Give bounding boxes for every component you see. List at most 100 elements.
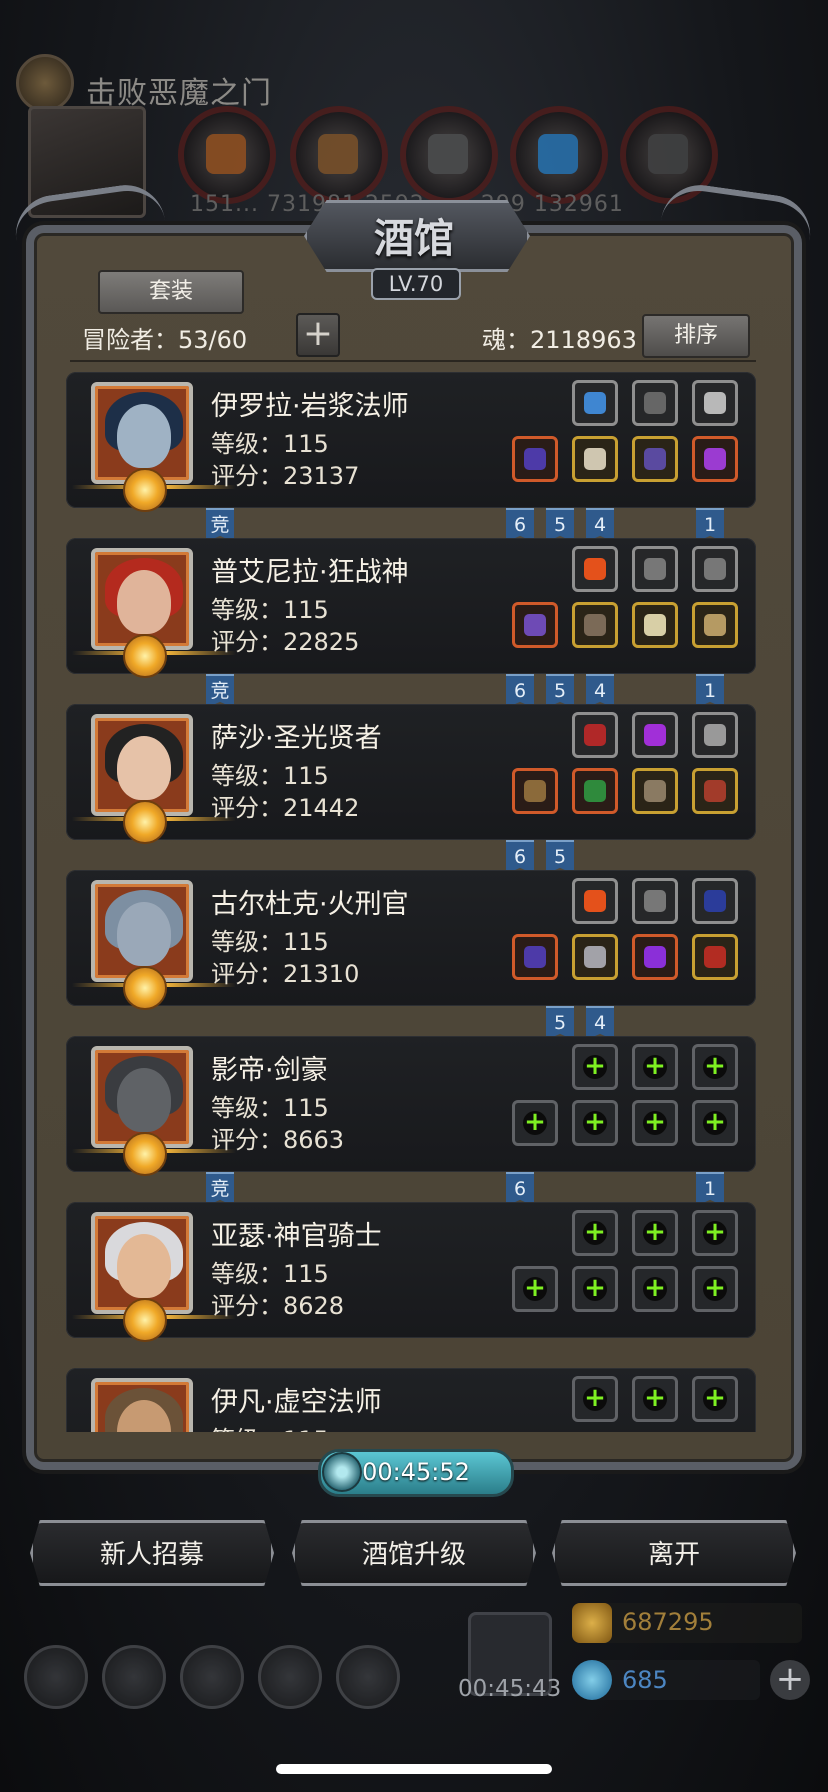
staff-icon [524,448,546,470]
hero-list[interactable]: 伊罗拉·岩浆法师 等级：115 评分：23137 竞 6 5 4 1 普艾尼拉·狂战神 等级：11… [66,372,762,1432]
hero-card[interactable]: 普艾尼拉·狂战神 等级：115 评分：22825 [66,538,756,678]
hero-name: 萨沙·圣光贤者 [211,723,382,754]
leave-button[interactable]: 离开 [552,1520,796,1586]
add-gems-button[interactable]: + [770,1660,810,1700]
add-equipment-icon: + [583,1383,607,1413]
hero-card[interactable]: 伊凡·虚空法师等级：115评分：+++ [66,1368,756,1432]
equipment-slot[interactable]: + [572,1044,618,1090]
equipment-slot[interactable]: + [632,1100,678,1146]
fire-icon [584,558,606,580]
home-indicator [276,1764,552,1774]
rank-ribbon: 1 [696,1172,724,1206]
equipment-slot[interactable] [692,380,738,426]
equipment-slot[interactable] [512,768,558,814]
rank-ribbon: 4 [586,508,614,542]
rank-ribbon: 1 [696,508,724,542]
add-equipment-icon: + [703,1107,727,1137]
hero-portrait[interactable] [91,1378,193,1432]
set-button[interactable]: 套装 [98,270,244,314]
equipment-slot[interactable]: + [512,1266,558,1312]
equipment-slot[interactable] [572,768,618,814]
blue-orb-icon [584,392,606,414]
equipment-slot[interactable] [632,380,678,426]
rank-ribbon: 6 [506,840,534,874]
equipment-slot[interactable] [512,436,558,482]
equipment-slot[interactable]: + [692,1210,738,1256]
rank-medal-icon [123,1298,167,1342]
equipment-slot[interactable]: + [692,1100,738,1146]
settings-icon[interactable] [24,1645,88,1709]
hero-card[interactable]: 影帝·剑豪 等级：115 评分：8663 + + + + + + + [66,1036,756,1176]
equipment-slot[interactable]: + [692,1376,738,1422]
mail-icon[interactable] [258,1645,322,1709]
guild-icon[interactable] [180,1645,244,1709]
equipment-slot[interactable]: + [512,1100,558,1146]
equipment-slot[interactable] [572,934,618,980]
equipment-slot[interactable] [692,546,738,592]
equipment-slot[interactable] [632,546,678,592]
equipment-slot[interactable]: + [632,1376,678,1422]
hero-card[interactable]: 亚瑟·神官骑士 等级：115 评分：8628 + + + + + + + [66,1202,756,1342]
equipment-slot[interactable] [512,934,558,980]
equipment-slot[interactable] [632,712,678,758]
equipment-slot[interactable] [572,712,618,758]
helm-icon [644,614,666,636]
bag-icon[interactable] [336,1645,400,1709]
hero-score: 评分：23137 [211,462,360,490]
equipment-slot[interactable]: + [632,1210,678,1256]
hero-name: 普艾尼拉·狂战神 [211,557,409,588]
quest-scroll-icon[interactable] [16,54,74,112]
equipment-slot[interactable] [572,878,618,924]
add-equipment-icon: + [643,1051,667,1081]
equipment-slot[interactable] [632,878,678,924]
upgrade-tavern-button[interactable]: 酒馆升级 [292,1520,536,1586]
hero-card[interactable]: 古尔杜克·火刑官 等级：115 评分：21310 [66,870,756,1010]
equipment-slot[interactable] [572,602,618,648]
feather-icon [644,890,666,912]
equipment-slot[interactable]: + [572,1100,618,1146]
equipment-slot[interactable] [632,768,678,814]
equipment-slot[interactable]: + [572,1210,618,1256]
crystal-icon [644,724,666,746]
equipment-slot[interactable]: + [692,1266,738,1312]
hero-card[interactable]: 伊罗拉·岩浆法师 等级：115 评分：23137 [66,372,756,512]
hero-score: 评分：21442 [211,794,360,822]
equipment-slot[interactable] [692,934,738,980]
feather-icon [704,558,726,580]
crystal-icon [644,946,666,968]
equipment-slot[interactable] [512,602,558,648]
heart-icon [584,724,606,746]
add-equipment-icon: + [703,1051,727,1081]
equipment-slot[interactable] [692,768,738,814]
sort-button[interactable]: 排序 [642,314,750,358]
recruit-button[interactable]: 新人招募 [30,1520,274,1586]
add-slot-button[interactable]: + [296,313,340,357]
equipment-slot[interactable]: + [572,1376,618,1422]
hero-name: 伊罗拉·岩浆法师 [211,391,409,422]
equipment-slot[interactable]: + [692,1044,738,1090]
equipment-slot[interactable]: + [632,1044,678,1090]
necklace-icon [704,780,726,802]
hero-name: 亚瑟·神官骑士 [211,1221,382,1252]
wand-icon [704,724,726,746]
equipment-slot[interactable] [692,712,738,758]
equipment-slot[interactable] [692,436,738,482]
equipment-slot[interactable] [632,436,678,482]
gem-icon [572,1660,612,1700]
add-equipment-icon: + [523,1273,547,1303]
equipment-slot[interactable] [572,380,618,426]
armor-icon [584,946,606,968]
equipment-slot[interactable]: + [632,1266,678,1312]
equipment-slot[interactable] [692,602,738,648]
equipment-slot[interactable]: + [572,1266,618,1312]
hero-card[interactable]: 萨沙·圣光贤者 等级：115 评分：21442 [66,704,756,844]
hero-face [117,570,171,634]
hero-name: 影帝·剑豪 [211,1055,328,1086]
equipment-slot[interactable] [632,602,678,648]
fire-icon [584,890,606,912]
equipment-slot[interactable] [572,436,618,482]
equipment-slot[interactable] [692,878,738,924]
equipment-slot[interactable] [632,934,678,980]
achievement-icon[interactable] [102,1645,166,1709]
equipment-slot[interactable] [572,546,618,592]
